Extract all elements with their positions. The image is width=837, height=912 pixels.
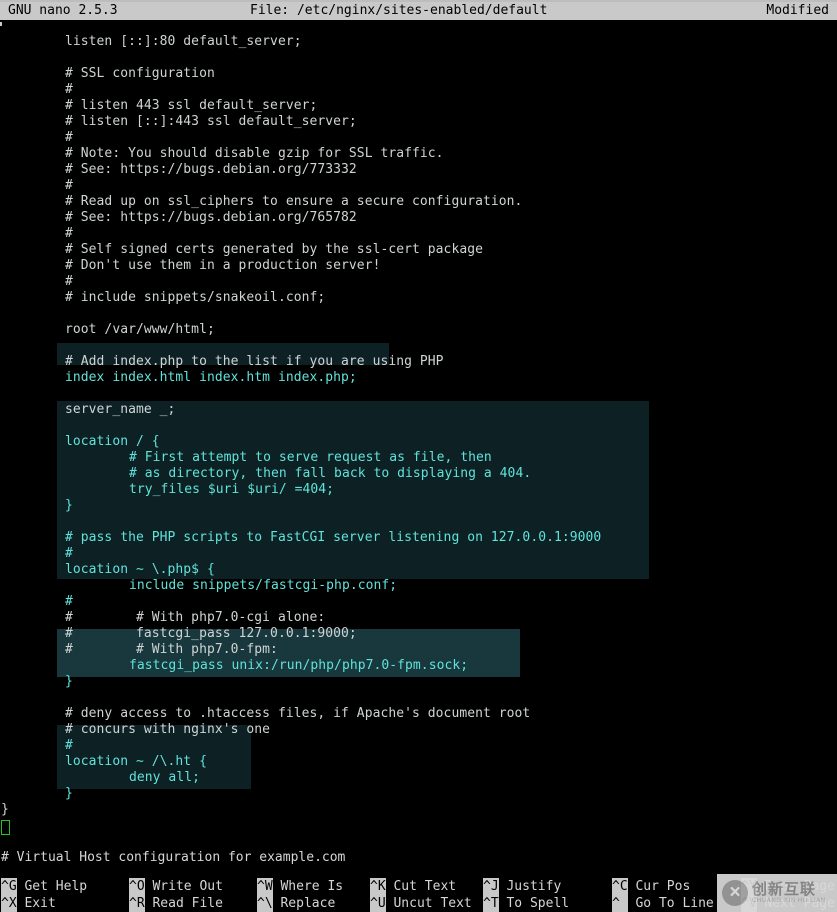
code-line[interactable]: # # With php7.0-fpm: [65,642,278,658]
shortcut-item[interactable]: ^R Read File [129,895,223,912]
shortcut-key: ^G [1,878,17,895]
shortcut-item[interactable]: ^K Cut Text [370,878,456,895]
code-line[interactable]: } [1,802,9,818]
code-line[interactable]: # First attempt to serve request as file… [129,450,492,466]
code-line[interactable]: } [65,674,73,690]
code-line[interactable]: listen [::]:80 default_server; [65,34,302,50]
code-line[interactable]: location ~ /\.ht { [65,754,207,770]
file-path-label: File: /etc/nginx/sites-enabled/default [250,3,548,18]
shortcut-label: Cut Text [385,879,457,894]
shortcut-label: Where Is [272,879,344,894]
shortcut-item[interactable]: ^J Justify [483,878,561,895]
code-line[interactable]: root /var/www/html; [65,322,215,338]
shortcut-key: ^C [612,878,628,895]
code-line[interactable]: # [65,594,73,610]
code-line[interactable]: try_files $uri $uri/ =404; [129,482,334,498]
shortcut-label: Write Out [144,879,223,894]
code-line[interactable]: # as directory, then fall back to displa… [129,466,531,482]
code-line[interactable]: # listen 443 ssl default_server; [65,98,317,114]
shortcut-row-1[interactable]: ^G Get Help ^O Write Out ^W Where Is ^K Cut… [0,878,837,895]
shortcut-key: ^T [483,895,499,912]
shortcut-item[interactable]: ^G Get Help [1,878,87,895]
nano-title-bar: GNU nano 2.5.3 File: /etc/nginx/sites-en… [0,0,837,20]
code-line[interactable]: # [65,82,73,98]
shortcut-label: Replace [272,896,336,911]
text-cursor [1,820,10,835]
code-line[interactable]: # deny access to .htaccess files, if Apa… [65,706,530,722]
code-line[interactable]: # listen [::]:443 ssl default_server; [65,114,357,130]
shortcut-label: To Spell [498,896,570,911]
modified-badge: Modified [766,3,829,18]
code-line[interactable]: # [65,546,73,562]
text-editor-buffer[interactable]: listen [::]:80 default_server;# SSL conf… [0,26,837,846]
code-line[interactable]: # [65,274,73,290]
shortcut-key: ^J [483,878,499,895]
code-line[interactable]: # Note: You should disable gzip for SSL … [65,146,444,162]
code-line[interactable]: # [65,178,73,194]
app-name-label: GNU nano 2.5.3 [8,3,118,18]
code-line[interactable]: # See: https://bugs.debian.org/765782 [65,210,357,226]
shortcut-label: Cur Pos [627,879,691,894]
shortcut-label: Justify [498,879,562,894]
code-line[interactable]: # [65,738,73,754]
code-line[interactable]: # include snippets/snakeoil.conf; [65,290,325,306]
code-line[interactable]: } [65,498,73,514]
watermark-chinese-label: 创新互联 [752,879,817,898]
watermark-text: 创新互联 CHUANG XIN HU LIAN [752,879,826,904]
code-line[interactable]: # concurs with nginx's one [65,722,270,738]
shortcut-key: ^O [129,878,145,895]
shortcut-item[interactable]: ^U Uncut Text [370,895,472,912]
watermark-pinyin-label: CHUANG XIN HU LIAN [752,897,826,904]
shortcut-label: Get Help [16,879,88,894]
shortcut-item[interactable]: ^T To Spell [483,895,569,912]
watermark-logo-icon: × [722,880,748,906]
shortcut-item[interactable]: ^\ Replace [257,895,335,912]
code-line[interactable]: # Self signed certs generated by the ssl… [65,242,483,258]
shortcut-key: ^W [257,878,273,895]
shortcut-item[interactable]: ^W Where Is [257,878,343,895]
shortcut-key: ^ [612,895,628,912]
code-line[interactable]: location / { [65,434,160,450]
code-line[interactable]: # # With php7.0-cgi alone: [65,610,325,626]
title-bar-divider [0,20,837,22]
shortcut-label: Read File [144,896,223,911]
shortcut-help-bar[interactable]: ^G Get Help ^O Write Out ^W Where Is ^K Cut… [0,878,837,912]
shortcut-key: ^X [1,895,17,912]
shortcut-key: ^R [129,895,145,912]
shortcut-label: Uncut Text [385,896,472,911]
code-line[interactable]: } [65,786,73,802]
code-line[interactable]: # [65,226,73,242]
code-line[interactable]: deny all; [129,770,200,786]
code-line[interactable]: # Read up on ssl_ciphers to ensure a sec… [65,194,522,210]
shortcut-item[interactable]: ^C Cur Pos [612,878,690,895]
shortcut-label: Go To Line [627,896,714,911]
code-line[interactable]: # Add index.php to the list if you are u… [65,354,444,370]
shortcut-row-2[interactable]: ^X Exit ^R Read File ^\ Replace ^U Uncut Te… [0,895,837,912]
code-line[interactable]: # [65,130,73,146]
code-line[interactable]: fastcgi_pass unix:/run/php/php7.0-fpm.so… [129,658,468,674]
code-line[interactable]: # See: https://bugs.debian.org/773332 [65,162,357,178]
shortcut-key: ^\ [257,895,273,912]
code-line[interactable]: # fastcgi_pass 127.0.0.1:9000; [65,626,357,642]
code-line[interactable]: index index.html index.htm index.php; [65,370,357,386]
shortcut-item[interactable]: ^X Exit [1,895,56,912]
status-line: # Virtual Host configuration for example… [1,850,346,865]
shortcut-key: ^U [370,895,386,912]
code-line[interactable]: include snippets/fastcgi-php.conf; [129,578,397,594]
shortcut-key: ^K [370,878,386,895]
shortcut-item[interactable]: ^O Write Out [129,878,223,895]
watermark: × 创新互联 CHUANG XIN HU LIAN [717,874,837,912]
code-line[interactable]: # pass the PHP scripts to FastCGI server… [65,530,601,546]
code-line[interactable]: # SSL configuration [65,66,215,82]
shortcut-label: Exit [16,896,56,911]
code-line[interactable]: # Don't use them in a production server! [65,258,380,274]
shortcut-item[interactable]: ^ Go To Line [612,895,714,912]
code-line[interactable]: server_name _; [65,402,175,418]
code-line[interactable]: location ~ \.php$ { [65,562,215,578]
